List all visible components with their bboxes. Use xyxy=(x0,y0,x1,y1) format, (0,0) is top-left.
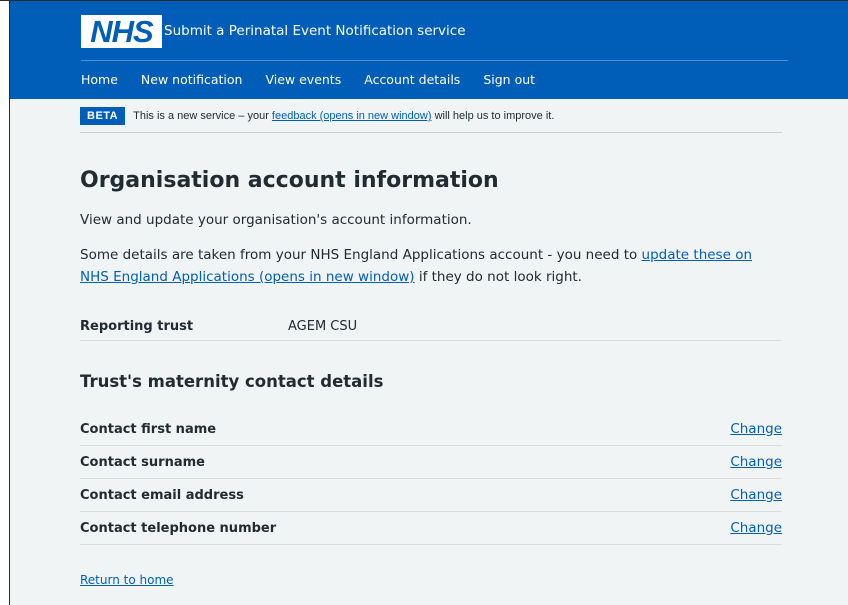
contact-summary-list: Contact first name Change Contact surnam… xyxy=(80,413,782,545)
change-telephone-link[interactable]: Change xyxy=(730,520,782,536)
contact-details-heading: Trust's maternity contact details xyxy=(80,372,384,391)
phase-banner: BETA This is a new service – your feedba… xyxy=(80,107,554,125)
primary-navigation: Home New notification View events Accoun… xyxy=(81,72,558,87)
service-name[interactable]: Submit a Perinatal Event Notification se… xyxy=(164,23,466,39)
nhs-logo-text: NHS xyxy=(90,14,153,49)
account-info-note: Some details are taken from your NHS Eng… xyxy=(80,244,782,288)
phase-banner-text-before: This is a new service – your xyxy=(133,110,272,122)
nav-sign-out[interactable]: Sign out xyxy=(483,72,535,87)
summary-row-first-name: Contact first name Change xyxy=(80,413,782,446)
return-to-home-link[interactable]: Return to home xyxy=(80,573,174,587)
phase-banner-text-after: will help us to improve it. xyxy=(431,110,555,122)
main-content: Organisation account information View an… xyxy=(80,166,782,288)
account-info-note-before: Some details are taken from your NHS Eng… xyxy=(80,247,642,263)
reporting-trust-value: AGEM CSU xyxy=(288,319,358,334)
page-title: Organisation account information xyxy=(80,168,499,193)
change-first-name-link[interactable]: Change xyxy=(730,421,782,437)
account-info-note-after: if they do not look right. xyxy=(414,269,582,285)
nav-view-events[interactable]: View events xyxy=(265,72,341,87)
nhs-logo[interactable]: NHS xyxy=(81,15,162,48)
phase-banner-text: This is a new service – your feedback (o… xyxy=(133,110,554,122)
phase-banner-divider xyxy=(80,132,782,133)
nav-account-details[interactable]: Account details xyxy=(364,72,460,87)
summary-key: Contact surname xyxy=(80,454,205,470)
header-divider xyxy=(81,60,788,61)
summary-key: Contact first name xyxy=(80,421,217,437)
feedback-link[interactable]: feedback (opens in new window) xyxy=(272,110,432,122)
nav-new-notification[interactable]: New notification xyxy=(141,72,243,87)
summary-row-email: Contact email address Change xyxy=(80,479,782,512)
site-header: NHS Submit a Perinatal Event Notificatio… xyxy=(10,1,848,99)
change-email-link[interactable]: Change xyxy=(730,487,782,503)
nav-home[interactable]: Home xyxy=(81,72,118,87)
page-description: View and update your organisation's acco… xyxy=(80,212,472,228)
summary-key: Contact email address xyxy=(80,487,244,503)
summary-row-surname: Contact surname Change xyxy=(80,446,782,479)
window-edge xyxy=(0,0,9,605)
summary-row-telephone: Contact telephone number Change xyxy=(80,512,782,545)
summary-key: Contact telephone number xyxy=(80,520,277,536)
beta-tag: BETA xyxy=(80,107,126,125)
change-surname-link[interactable]: Change xyxy=(730,454,782,470)
reporting-trust-row: Reporting trust AGEM CSU xyxy=(80,313,782,341)
reporting-trust-label: Reporting trust xyxy=(80,319,194,334)
